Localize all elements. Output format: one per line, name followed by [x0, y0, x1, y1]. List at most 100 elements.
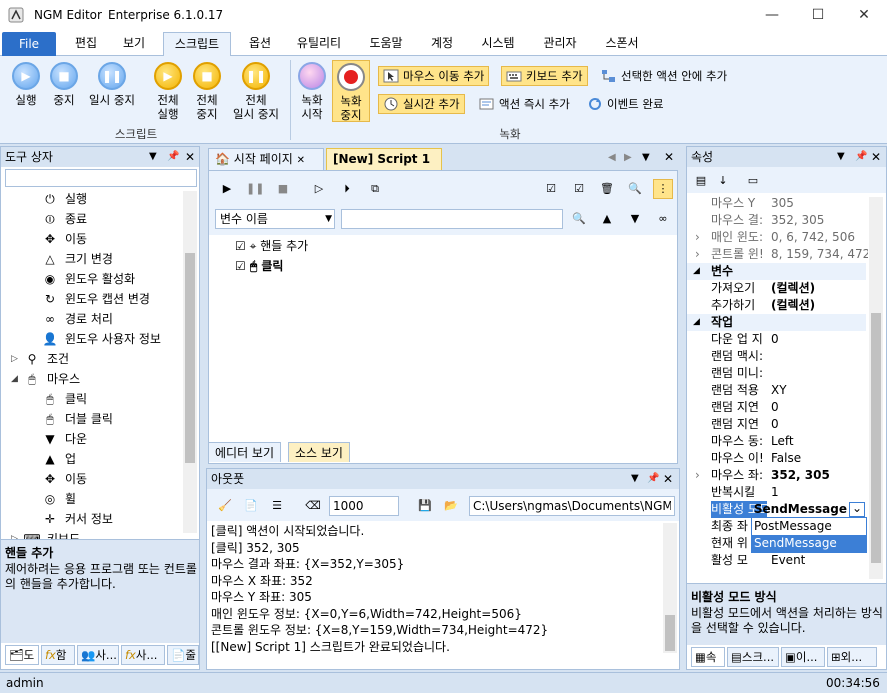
toolbox-item[interactable]: ∞ 경로 처리: [41, 309, 113, 329]
close-icon[interactable]: ✕: [185, 147, 195, 167]
property-row[interactable]: › 콘트롤 윈! 8, 159, 734, 472: [687, 246, 868, 263]
toolbox-item[interactable]: ◎ 휠: [41, 489, 76, 509]
scrollbar-thumb[interactable]: [871, 313, 881, 563]
sort-az-icon[interactable]: ↓: [713, 171, 733, 191]
toolbox-tab-functions[interactable]: fx함: [41, 645, 75, 665]
event-done-button[interactable]: 이벤트 완료: [582, 94, 669, 114]
property-row[interactable]: ⌄ 비활성 모드 SendMessage: [687, 501, 866, 518]
toolbox-tab-lines[interactable]: 📄줄: [167, 645, 199, 665]
toolbox-tab-user1[interactable]: 👥사...: [77, 645, 119, 665]
check-all-icon[interactable]: ☑: [541, 179, 561, 199]
save-icon[interactable]: 💾: [415, 496, 435, 516]
step-over-icon[interactable]: ⧉: [365, 179, 385, 199]
pin-icon[interactable]: 📌: [167, 147, 179, 167]
checkbox-checked-icon[interactable]: ☑: [235, 259, 246, 273]
add-in-selected-button[interactable]: 선택한 액션 안에 추가: [596, 66, 732, 86]
collapse-icon[interactable]: ◢: [693, 263, 700, 280]
toolbox-item[interactable]: ◢ 🖱 마우스: [11, 369, 80, 389]
menu-view[interactable]: 보기: [112, 30, 156, 56]
menu-options[interactable]: 옵션: [238, 30, 282, 56]
record-start-button[interactable]: 녹화 시작: [294, 62, 330, 121]
property-row[interactable]: 마우스 Y 305: [687, 195, 866, 212]
toolbox-tab-user2[interactable]: fx사...: [121, 645, 165, 665]
tab-scroll-left-icon[interactable]: ◀: [608, 152, 616, 163]
menu-script[interactable]: 스크립트: [163, 32, 231, 57]
property-row[interactable]: 마우스 결: 352, 305: [687, 212, 866, 229]
close-button[interactable]: ✕: [841, 0, 887, 30]
toolbox-tab-tools[interactable]: 🗂도: [5, 645, 39, 665]
expand-icon[interactable]: ›: [695, 467, 700, 484]
property-category[interactable]: ◢ 작업: [687, 314, 866, 331]
menu-edit[interactable]: 편집: [64, 30, 108, 56]
toolbox-item[interactable]: ▼ 다운: [41, 429, 87, 449]
variable-select[interactable]: 변수 이름 ▼: [215, 209, 335, 229]
minimize-button[interactable]: —: [749, 0, 795, 30]
script-item-add-handle[interactable]: ☑ ⌖ 핸들 추가: [235, 237, 308, 255]
folder-icon[interactable]: 📂: [441, 496, 461, 516]
tab-dropdown-icon[interactable]: ▼: [642, 152, 650, 163]
scrollbar-thumb[interactable]: [185, 253, 195, 463]
properties-tab-script[interactable]: ▤스크...: [727, 647, 779, 667]
pause-button[interactable]: ❚❚ 일시 중지: [84, 62, 140, 107]
menu-file[interactable]: File: [2, 32, 56, 56]
dropdown-icon[interactable]: ▼: [149, 147, 157, 167]
collapse-icon[interactable]: ◢: [693, 314, 700, 331]
menu-utility[interactable]: 유틸리티: [288, 30, 350, 56]
properties-tab-image[interactable]: ▣이...: [781, 647, 825, 667]
check-icon[interactable]: ☑: [569, 179, 589, 199]
variable-input[interactable]: [341, 209, 563, 229]
properties-tab-props[interactable]: ▦속: [691, 647, 725, 667]
property-row[interactable]: 마우스 동: Left: [687, 433, 866, 450]
dropdown-icon[interactable]: ▼: [837, 147, 845, 167]
menu-admin[interactable]: 관리자: [533, 30, 587, 56]
pause-all-button[interactable]: ❚❚ 전체 일시 중지: [226, 62, 286, 121]
add-mouse-move-button[interactable]: 마우스 이동 추가: [378, 66, 490, 86]
toolbox-scrollbar[interactable]: [183, 191, 197, 533]
properties-tab-external[interactable]: ⊞외...: [827, 647, 877, 667]
expand-icon[interactable]: ▷: [11, 349, 18, 369]
categorized-icon[interactable]: ▤: [691, 171, 711, 191]
output-path-input[interactable]: [469, 496, 675, 516]
tab-new-script[interactable]: [New] Script 1 ✕: [326, 148, 442, 186]
toolbox-item[interactable]: ✥ 이동: [41, 469, 87, 489]
pause-icon[interactable]: ❚❚: [245, 179, 265, 199]
toolbox-item[interactable]: 🖱 더블 클릭: [41, 409, 113, 429]
property-row[interactable]: 랜덤 적용 XY: [687, 382, 866, 399]
toolbox-item[interactable]: ↻ 윈도우 캡션 변경: [41, 289, 150, 309]
scrollbar-thumb[interactable]: [665, 615, 675, 651]
property-row[interactable]: 추가하기 (컬렉션): [687, 297, 866, 314]
property-row[interactable]: 마우스 이! False: [687, 450, 866, 467]
delete-icon[interactable]: 🗑: [597, 179, 617, 199]
record-stop-button[interactable]: 녹화 중지: [332, 60, 370, 122]
toolbox-item[interactable]: ◉ 윈도우 활성화: [41, 269, 135, 289]
move-up-icon[interactable]: ▲: [597, 209, 617, 229]
dropdown-icon[interactable]: ▼: [631, 469, 639, 489]
pin-icon[interactable]: 📌: [855, 147, 867, 167]
toolbox-item[interactable]: ▷ ⚲ 조건: [11, 349, 69, 369]
toolbox-item[interactable]: ⏼ 종료: [41, 209, 87, 229]
toolbox-item[interactable]: 👤 윈도우 사용자 정보: [41, 329, 161, 349]
maximize-button[interactable]: ☐: [795, 0, 841, 30]
tab-scroll-right-icon[interactable]: ▶: [624, 152, 632, 163]
toolbox-item[interactable]: △ 크기 변경: [41, 249, 113, 269]
property-row[interactable]: 다운 업 지 0: [687, 331, 866, 348]
toolbox-item[interactable]: ✛ 커서 정보: [41, 509, 113, 529]
run-action-now-button[interactable]: 액션 즉시 추가: [474, 94, 575, 114]
output-scrollbar[interactable]: [663, 523, 677, 653]
toolbox-item[interactable]: ⏻ 실행: [41, 189, 87, 209]
toolbox-item[interactable]: ✥ 이동: [41, 229, 87, 249]
run-all-button[interactable]: ▶ 전체 실행: [148, 62, 188, 121]
loop-icon[interactable]: ∞: [653, 209, 673, 229]
search-icon[interactable]: 🔍: [625, 179, 645, 199]
chevron-down-icon[interactable]: ⌄: [849, 502, 865, 517]
search-icon[interactable]: 🔍: [569, 209, 589, 229]
property-category[interactable]: ◢ 변수: [687, 263, 866, 280]
close-icon[interactable]: ✕: [663, 469, 673, 489]
property-row[interactable]: 가져오기 (컬렉션): [687, 280, 866, 297]
editor-close-icon[interactable]: ✕: [664, 150, 674, 164]
menu-system[interactable]: 시스템: [472, 30, 524, 56]
output-count-input[interactable]: [329, 496, 399, 516]
tree-view-icon[interactable]: ⋮: [653, 179, 673, 199]
tab-close-icon[interactable]: ✕: [297, 155, 305, 166]
property-row[interactable]: 활성 모 Event: [687, 552, 866, 569]
